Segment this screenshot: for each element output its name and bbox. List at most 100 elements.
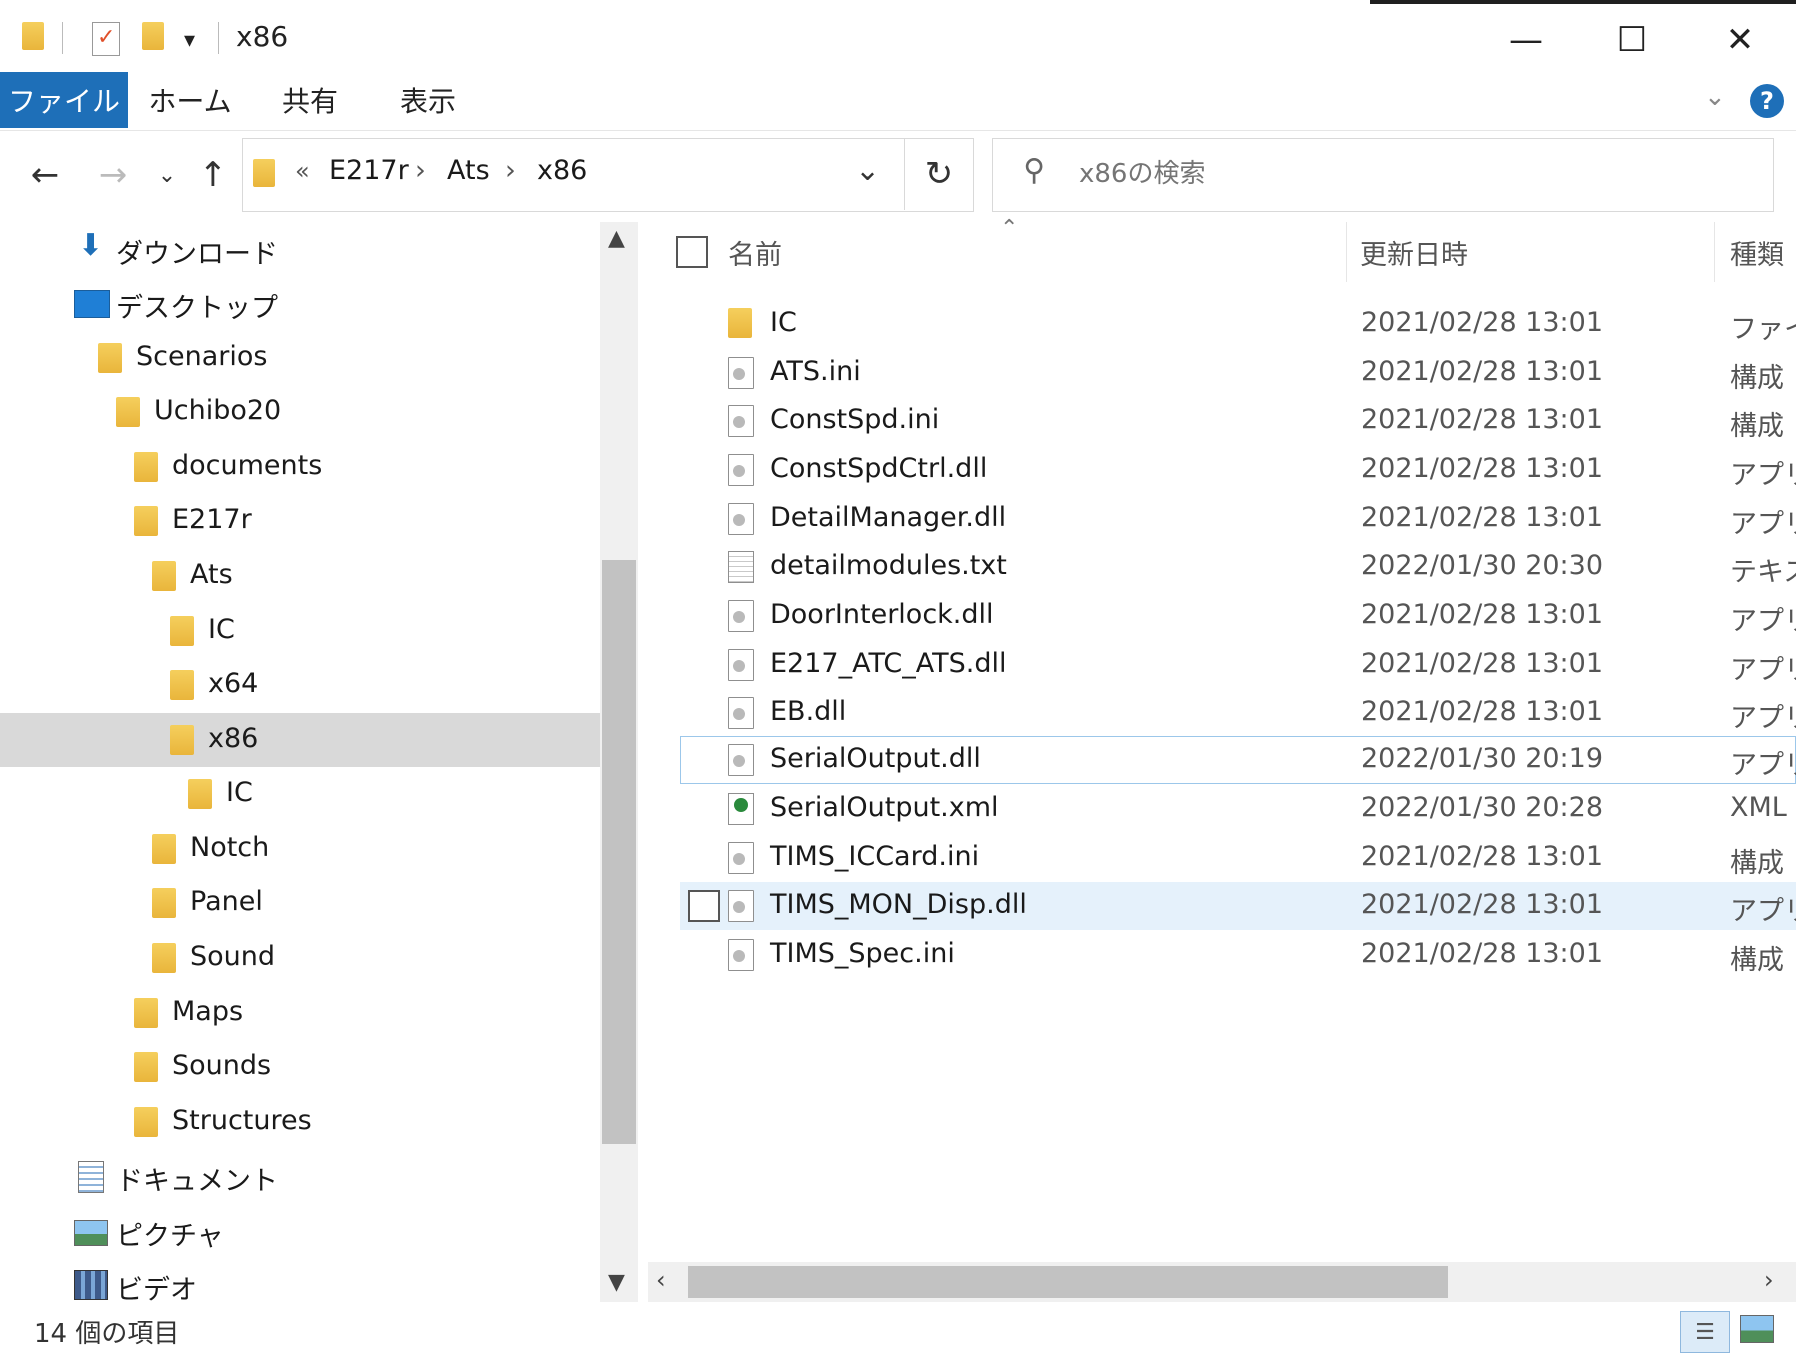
file-row[interactable]: DetailManager.dll 2021/02/28 13:01 アプリ [680,495,1796,543]
nav-item-ats[interactable]: Ats [0,549,600,603]
nav-item-pictures[interactable]: ピクチャ [0,1204,600,1258]
forward-button[interactable]: → [88,148,138,202]
breadcrumb-ats[interactable]: Ats [447,155,490,186]
file-row[interactable]: TIMS_Spec.ini 2021/02/28 13:01 構成 [680,931,1796,979]
file-type: 構成 [1730,848,1784,879]
file-row[interactable]: IC 2021/02/28 13:01 ファイ [680,300,1796,348]
minimize-icon: — [1509,20,1543,60]
file-row[interactable]: EB.dll 2021/02/28 13:01 アプリ [680,689,1796,737]
tab-view[interactable]: 表示 [380,72,476,128]
nav-item-ic-sub[interactable]: IC [0,767,600,821]
address-bar[interactable]: « E217r › Ats › x86 ⌄ [242,138,974,212]
nav-item-uchibo20[interactable]: Uchibo20 [0,385,600,439]
nav-item-e217r[interactable]: E217r [0,494,600,548]
file-row[interactable]: E217_ATC_ATS.dll 2021/02/28 13:01 アプリ [680,641,1796,689]
breadcrumb-separator[interactable]: › [415,155,426,186]
file-row-hovered[interactable]: TIMS_MON_Disp.dll 2021/02/28 13:01 アプリ [680,882,1796,930]
file-date: 2022/01/30 20:30 [1361,550,1604,581]
help-icon[interactable]: ? [1750,84,1784,118]
nav-label: デスクトップ [116,293,278,324]
nav-item-desktop[interactable]: デスクトップ [0,276,600,330]
search-input[interactable] [1077,153,1741,195]
address-folder-icon [253,159,275,187]
large-icons-view-icon[interactable] [1740,1315,1774,1343]
nav-item-ic[interactable]: IC [0,604,600,658]
column-separator[interactable] [1714,222,1715,282]
file-row[interactable]: TIMS_ICCard.ini 2021/02/28 13:01 構成 [680,834,1796,882]
maximize-button[interactable]: ☐ [1576,10,1688,70]
navigation-scroll-thumb[interactable] [602,560,636,1144]
breadcrumb-x86[interactable]: x86 [537,155,587,186]
download-icon: ⬇ [78,228,104,263]
text-file-icon [728,551,754,583]
file-row[interactable]: ConstSpd.ini 2021/02/28 13:01 構成 [680,397,1796,445]
folder-icon [728,308,752,338]
breadcrumb-e217r[interactable]: E217r [329,155,409,186]
close-button[interactable]: ✕ [1684,10,1796,70]
nav-label: Notch [190,832,270,863]
tab-file[interactable]: ファイル [0,72,128,128]
tab-share[interactable]: 共有 [262,72,358,128]
nav-item-documents-folder[interactable]: documents [0,440,600,494]
details-view-icon[interactable]: ☰ [1680,1311,1730,1353]
scroll-up-arrow-icon[interactable]: ▲ [608,226,625,251]
column-separator[interactable] [1346,222,1347,282]
new-folder-quick-access-icon[interactable] [142,22,164,50]
minimize-button[interactable]: — [1470,10,1582,70]
column-header-name[interactable]: 名前 [728,222,1328,282]
scroll-down-arrow-icon[interactable]: ▼ [608,1270,625,1295]
column-header-date[interactable]: 更新日時 [1360,222,1700,282]
nav-label: Ats [190,559,233,590]
file-row[interactable]: SerialOutput.xml 2022/01/30 20:28 XML [680,785,1796,833]
recent-locations-button[interactable]: ⌄ [142,148,192,202]
desktop-icon [74,290,110,318]
nav-label: ビデオ [116,1275,197,1302]
pictures-icon [74,1220,108,1246]
nav-item-structures[interactable]: Structures [0,1095,600,1149]
nav-item-notch[interactable]: Notch [0,822,600,876]
properties-quick-access-icon[interactable]: ✓ [92,22,120,56]
row-checkbox[interactable] [688,890,720,922]
nav-item-videos[interactable]: ビデオ [0,1258,600,1302]
breadcrumb-overflow[interactable]: « [295,157,310,185]
search-box[interactable]: ⚲ [992,138,1774,212]
file-row-focused[interactable]: SerialOutput.dll 2022/01/30 20:19 アプリ [680,736,1796,784]
nav-item-maps[interactable]: Maps [0,986,600,1040]
column-header-type[interactable]: 種類 [1730,222,1796,282]
folder-icon [170,670,194,700]
file-type: 構成 [1730,363,1784,394]
file-name: DoorInterlock.dll [770,599,994,630]
back-button[interactable]: ← [20,148,70,202]
nav-item-x64[interactable]: x64 [0,658,600,712]
horizontal-scroll-thumb[interactable] [688,1266,1448,1298]
tab-home[interactable]: ホーム [142,72,238,128]
customize-quick-access-icon[interactable]: ▾ [184,28,195,53]
breadcrumb-separator[interactable]: › [505,155,516,186]
refresh-button[interactable]: ↻ [904,138,973,210]
file-date: 2021/02/28 13:01 [1361,696,1604,727]
nav-item-documents[interactable]: ドキュメント [0,1149,600,1203]
file-type: アプリ [1730,509,1796,540]
file-name: ConstSpdCtrl.dll [770,453,988,484]
folder-icon [116,397,140,427]
nav-item-sounds[interactable]: Sounds [0,1040,600,1094]
file-row[interactable]: detailmodules.txt 2022/01/30 20:30 テキス [680,543,1796,591]
address-history-dropdown-icon[interactable]: ⌄ [855,153,880,188]
up-button[interactable]: ↑ [188,148,238,202]
nav-item-sound[interactable]: Sound [0,931,600,985]
scroll-right-arrow-icon[interactable]: › [1764,1266,1774,1294]
window-title: x86 [236,20,289,53]
nav-item-downloads[interactable]: ⬇ ダウンロード [0,222,600,276]
expand-ribbon-icon[interactable]: ⌄ [1704,82,1726,112]
nav-item-scenarios[interactable]: Scenarios [0,331,600,385]
file-row[interactable]: ConstSpdCtrl.dll 2021/02/28 13:01 アプリ [680,446,1796,494]
file-row[interactable]: DoorInterlock.dll 2021/02/28 13:01 アプリ [680,592,1796,640]
file-date: 2022/01/30 20:19 [1361,743,1604,774]
item-count: 14 個の項目 [34,1319,180,1349]
file-date: 2021/02/28 13:01 [1361,599,1604,630]
scroll-left-arrow-icon[interactable]: ‹ [656,1266,666,1294]
file-row[interactable]: ATS.ini 2021/02/28 13:01 構成 [680,349,1796,397]
nav-item-x86[interactable]: x86 [0,713,600,767]
nav-item-panel[interactable]: Panel [0,876,600,930]
select-all-checkbox[interactable] [676,236,708,268]
